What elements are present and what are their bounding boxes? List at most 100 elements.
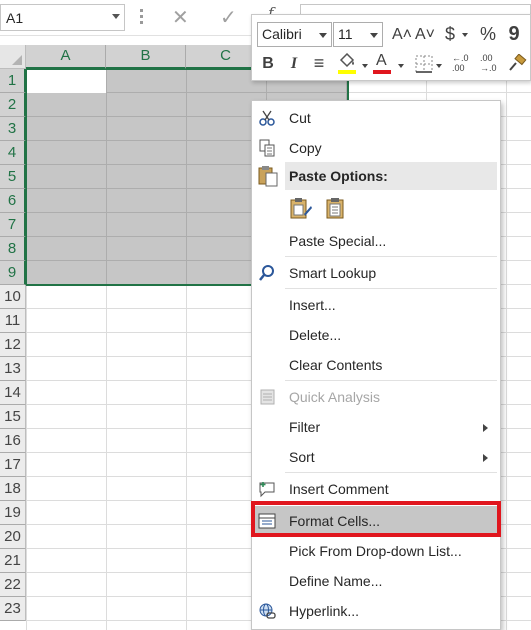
format-painter-icon[interactable] <box>507 54 527 74</box>
menu-item-filter[interactable]: Filter <box>252 412 500 442</box>
mini-toolbar: Calibri 11 A˄ A˅ $ % 9 B I ≡ A ←.0 .00 .… <box>251 14 531 81</box>
magnifier-icon <box>259 265 274 281</box>
chevron-down-icon[interactable] <box>398 64 404 68</box>
row-header[interactable]: 15 <box>0 405 26 429</box>
menu-item-quick-analysis: Quick Analysis <box>252 382 500 412</box>
menu-item-label: Copy <box>289 140 322 156</box>
menu-item-insert-comment[interactable]: Insert Comment <box>252 474 500 504</box>
menu-item-paste-special[interactable]: Paste Special... <box>252 226 500 256</box>
decrease-decimal-bottom: →.0 <box>480 63 497 73</box>
decrease-decimal-button[interactable]: .00 →.0 <box>480 53 504 77</box>
chevron-down-icon[interactable] <box>112 14 120 19</box>
menu-item-hyperlink[interactable]: Hyperlink... <box>252 596 500 626</box>
column-header-a[interactable]: A <box>26 45 106 69</box>
menu-item-sort[interactable]: Sort <box>252 442 500 472</box>
menu-item-label: Insert Comment <box>289 481 389 497</box>
submenu-arrow-icon <box>483 454 488 462</box>
menu-item-clear-contents[interactable]: Clear Contents <box>252 350 500 380</box>
menu-item-delete[interactable]: Delete... <box>252 320 500 350</box>
increase-font-size-button[interactable]: A˄ <box>392 24 412 46</box>
menu-item-label: Define Name... <box>289 573 383 589</box>
fill-color-swatch <box>338 70 356 74</box>
row-header[interactable]: 11 <box>0 309 26 333</box>
fill-color-button[interactable] <box>336 52 358 76</box>
menu-separator <box>285 256 497 257</box>
row-header[interactable]: 16 <box>0 429 26 453</box>
menu-item-cut[interactable]: Cut <box>252 103 500 133</box>
menu-item-copy[interactable]: Copy <box>252 133 500 163</box>
paste-options-header: Paste Options: <box>285 162 497 190</box>
row-header[interactable]: 4 <box>0 141 26 165</box>
row-header[interactable]: 23 <box>0 597 26 621</box>
row-header[interactable]: 1 <box>0 69 26 93</box>
menu-item-label: Filter <box>289 419 321 435</box>
chevron-down-icon[interactable] <box>362 64 368 68</box>
row-header[interactable]: 10 <box>0 285 26 309</box>
row-header[interactable]: 19 <box>0 501 26 525</box>
row-header[interactable]: 2 <box>0 93 26 117</box>
grip-icon <box>140 9 143 25</box>
row-header[interactable]: 18 <box>0 477 26 501</box>
enter-icon[interactable]: ✓ <box>220 5 237 30</box>
menu-item-label: Pick From Drop-down List... <box>289 543 462 559</box>
row-header[interactable]: 20 <box>0 525 26 549</box>
italic-button[interactable]: I <box>286 53 302 75</box>
paste-icon <box>258 166 278 187</box>
menu-item-label: Hyperlink... <box>289 603 360 619</box>
row-header[interactable]: 7 <box>0 213 26 237</box>
increase-decimal-button[interactable]: ←.0 .00 <box>452 53 476 77</box>
paste-formatting-icon[interactable] <box>289 196 313 220</box>
font-name-value: Calibri <box>262 26 302 42</box>
row-header[interactable]: 8 <box>0 237 26 261</box>
row-header[interactable]: 12 <box>0 333 26 357</box>
paint-bucket-icon <box>339 53 355 68</box>
font-size-box[interactable]: 11 <box>333 22 383 47</box>
paste-values-icon[interactable] <box>324 196 348 220</box>
name-box-value: A1 <box>6 10 24 26</box>
chevron-down-icon[interactable] <box>370 33 378 38</box>
chevron-down-icon[interactable] <box>462 33 468 37</box>
row-header[interactable]: 13 <box>0 357 26 381</box>
select-all-button[interactable] <box>0 45 26 69</box>
menu-item-label: Insert... <box>289 297 336 313</box>
chevron-down-icon[interactable] <box>436 64 442 68</box>
row-header[interactable]: 22 <box>0 573 26 597</box>
context-menu: Cut Copy Paste Options: Paste Special... <box>251 100 501 630</box>
menu-item-label: Clear Contents <box>289 357 383 373</box>
row-header[interactable]: 17 <box>0 453 26 477</box>
menu-item-pick-from-list[interactable]: Pick From Drop-down List... <box>252 536 500 566</box>
menu-item-label: Smart Lookup <box>289 265 377 281</box>
quick-analysis-icon <box>260 389 275 405</box>
menu-item-label: Sort <box>289 449 315 465</box>
name-box[interactable]: A1 <box>0 4 125 31</box>
row-header[interactable]: 6 <box>0 189 26 213</box>
font-color-swatch <box>373 70 391 74</box>
font-size-value: 11 <box>338 26 353 42</box>
percent-button[interactable]: % <box>479 23 497 45</box>
font-color-button[interactable]: A <box>372 52 392 76</box>
bold-button[interactable]: B <box>260 53 276 75</box>
row-header[interactable]: 9 <box>0 261 26 285</box>
menu-item-define-name[interactable]: Define Name... <box>252 566 500 596</box>
cancel-icon[interactable]: ✕ <box>172 5 189 30</box>
align-center-button[interactable]: ≡ <box>310 52 328 74</box>
menu-separator <box>285 288 497 289</box>
font-name-box[interactable]: Calibri <box>257 22 332 47</box>
menu-item-insert[interactable]: Insert... <box>252 290 500 320</box>
chevron-down-icon[interactable] <box>319 33 327 38</box>
comment-icon <box>259 482 275 498</box>
menu-item-label: Delete... <box>289 327 342 343</box>
currency-button[interactable]: $ <box>442 23 458 45</box>
decrease-font-size-button[interactable]: A˅ <box>415 24 435 46</box>
borders-icon[interactable] <box>415 55 433 73</box>
font-color-letter: A <box>376 52 387 69</box>
menu-item-label: Cut <box>289 110 311 126</box>
row-header[interactable]: 21 <box>0 549 26 573</box>
row-header[interactable]: 3 <box>0 117 26 141</box>
column-header-b[interactable]: B <box>106 45 186 69</box>
comma-style-button[interactable]: 9 <box>505 23 523 45</box>
row-header[interactable]: 14 <box>0 381 26 405</box>
menu-separator <box>285 472 497 473</box>
menu-item-smart-lookup[interactable]: Smart Lookup <box>252 258 500 288</box>
row-header[interactable]: 5 <box>0 165 26 189</box>
